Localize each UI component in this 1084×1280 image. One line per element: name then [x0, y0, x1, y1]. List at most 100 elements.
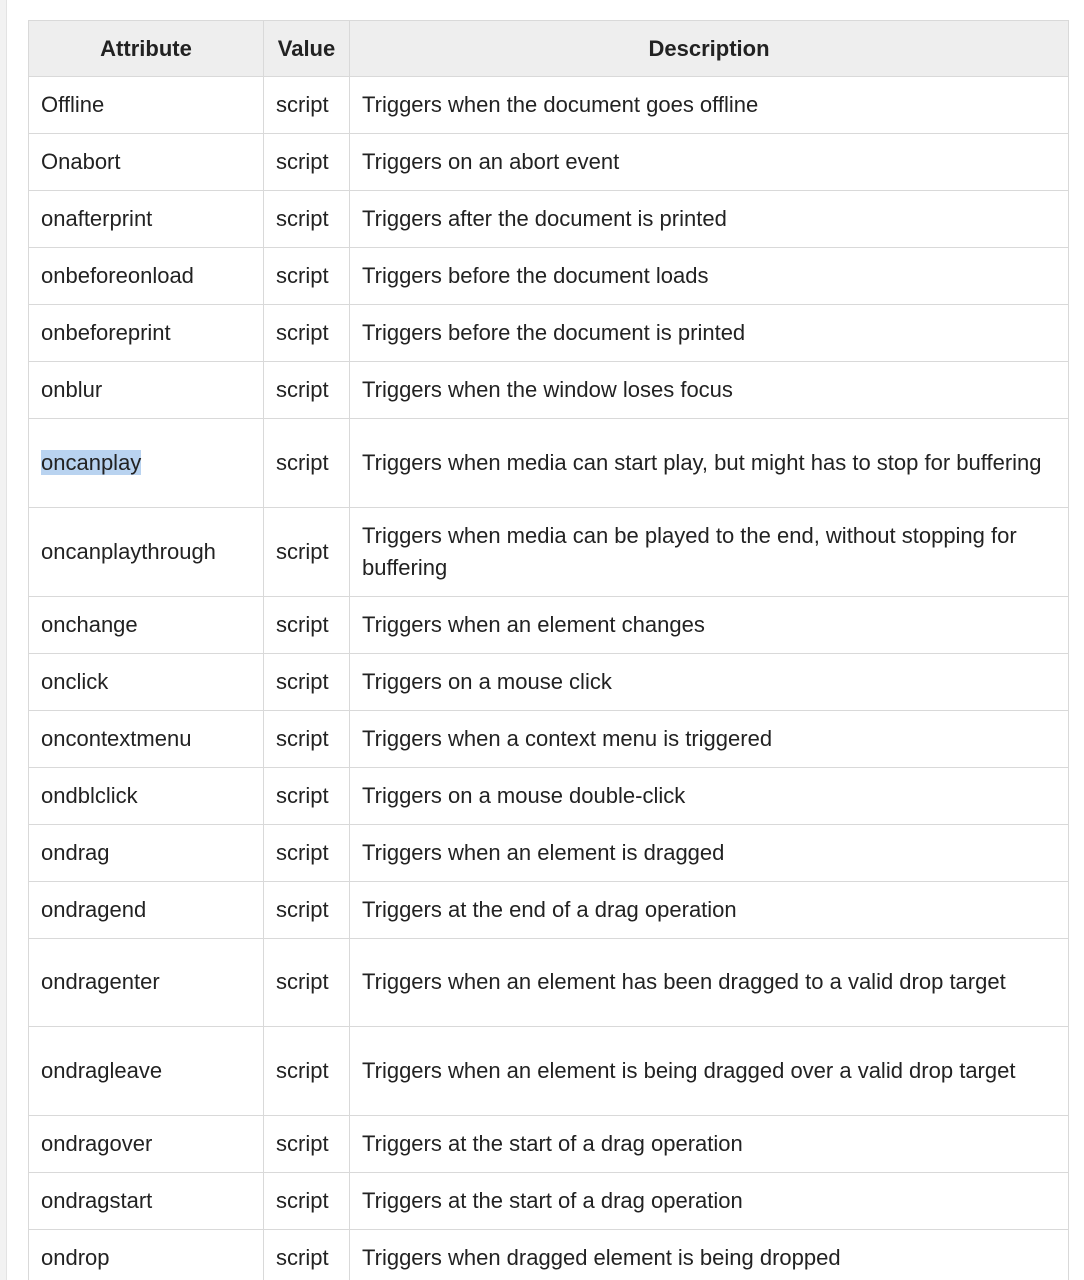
table-row: Offline script Triggers when the documen… [28, 76, 1069, 134]
table-row: ondragover script Triggers at the start … [28, 1114, 1069, 1173]
attribute-name[interactable]: ondragend [41, 897, 146, 922]
attribute-name[interactable]: ondblclick [41, 783, 138, 808]
attribute-name[interactable]: onblur [41, 377, 102, 402]
description-cell: Triggers when an element is dragged [349, 823, 1069, 882]
description-cell: Triggers at the end of a drag operation [349, 880, 1069, 939]
value-cell: script [263, 304, 350, 362]
value-cell: script [263, 247, 350, 305]
table-row: onbeforeonload script Triggers before th… [28, 247, 1069, 305]
attribute-name[interactable]: onafterprint [41, 206, 152, 231]
attribute-cell[interactable]: ondragenter [28, 937, 264, 1027]
description-cell: Triggers before the document is printed [349, 304, 1069, 362]
value-cell: script [263, 595, 350, 654]
attribute-name[interactable]: onchange [41, 612, 138, 637]
attribute-name[interactable]: ondrag [41, 840, 110, 865]
value-cell: script [263, 133, 350, 191]
table-row: ondragend script Triggers at the end of … [28, 880, 1069, 939]
table-row: oncontextmenu script Triggers when a con… [28, 709, 1069, 768]
value-cell: script [263, 418, 350, 508]
value-cell: script [263, 1114, 350, 1173]
attribute-name[interactable]: ondragover [41, 1131, 152, 1156]
value-cell: script [263, 766, 350, 825]
table-row: ondragenter script Triggers when an elem… [28, 937, 1069, 1027]
value-cell: script [263, 506, 350, 597]
attribute-cell[interactable]: onchange [28, 595, 264, 654]
description-cell: Triggers when dragged element is being d… [349, 1228, 1069, 1280]
table-row: ondrag script Triggers when an element i… [28, 823, 1069, 882]
description-cell: Triggers when an element changes [349, 595, 1069, 654]
attribute-name[interactable]: oncontextmenu [41, 726, 191, 751]
table-body: Offline script Triggers when the documen… [28, 76, 1069, 1280]
table-row: ondblclick script Triggers on a mouse do… [28, 766, 1069, 825]
table-header-row: Attribute Value Description [28, 20, 1069, 77]
attribute-cell[interactable]: ondragover [28, 1114, 264, 1173]
attribute-cell[interactable]: oncanplaythrough [28, 506, 264, 597]
description-cell: Triggers at the start of a drag operatio… [349, 1171, 1069, 1230]
attribute-cell[interactable]: onbeforeonload [28, 247, 264, 305]
attribute-cell[interactable]: onblur [28, 361, 264, 419]
attribute-cell[interactable]: ondragend [28, 880, 264, 939]
column-header-attribute: Attribute [28, 20, 264, 77]
attribute-cell[interactable]: Onabort [28, 133, 264, 191]
attribute-name[interactable]: ondragstart [41, 1188, 152, 1213]
column-header-value: Value [263, 20, 350, 77]
document-page: Attribute Value Description Offline scri… [0, 0, 1084, 1280]
column-header-description: Description [349, 20, 1069, 77]
attribute-name[interactable]: ondragenter [41, 969, 160, 994]
value-cell: script [263, 652, 350, 711]
description-cell: Triggers when media can start play, but … [349, 418, 1069, 508]
attribute-name[interactable]: oncanplaythrough [41, 539, 216, 564]
table-row: onclick script Triggers on a mouse click [28, 652, 1069, 711]
attribute-cell[interactable]: oncontextmenu [28, 709, 264, 768]
attribute-cell[interactable]: ondragleave [28, 1026, 264, 1116]
value-cell: script [263, 76, 350, 134]
description-cell: Triggers on an abort event [349, 133, 1069, 191]
table-row: oncanplay script Triggers when media can… [28, 418, 1069, 508]
attribute-cell[interactable]: ondrop [28, 1228, 264, 1280]
attribute-cell[interactable]: ondblclick [28, 766, 264, 825]
description-cell: Triggers at the start of a drag operatio… [349, 1114, 1069, 1173]
table-row: ondragleave script Triggers when an elem… [28, 1026, 1069, 1116]
description-cell: Triggers on a mouse double-click [349, 766, 1069, 825]
event-attributes-table: Attribute Value Description Offline scri… [28, 20, 1069, 1280]
value-cell: script [263, 190, 350, 248]
value-cell: script [263, 1228, 350, 1280]
attribute-cell[interactable]: onbeforeprint [28, 304, 264, 362]
attribute-cell[interactable]: ondragstart [28, 1171, 264, 1230]
attribute-name[interactable]: Offline [41, 92, 104, 117]
description-cell: Triggers when a context menu is triggere… [349, 709, 1069, 768]
attribute-cell[interactable]: onclick [28, 652, 264, 711]
attribute-cell[interactable]: Offline [28, 76, 264, 134]
description-cell: Triggers when the window loses focus [349, 361, 1069, 419]
attribute-cell[interactable]: onafterprint [28, 190, 264, 248]
attribute-name[interactable]: oncanplay [41, 449, 142, 475]
description-cell: Triggers when an element has been dragge… [349, 937, 1069, 1027]
attribute-cell[interactable]: oncanplay [28, 418, 264, 508]
table-row: onafterprint script Triggers after the d… [28, 190, 1069, 248]
value-cell: script [263, 937, 350, 1027]
value-cell: script [263, 1026, 350, 1116]
attribute-name[interactable]: onbeforeonload [41, 263, 194, 288]
left-gutter [0, 0, 7, 1280]
description-cell: Triggers when media can be played to the… [349, 506, 1069, 597]
description-cell: Triggers on a mouse click [349, 652, 1069, 711]
value-cell: script [263, 361, 350, 419]
description-cell: Triggers before the document loads [349, 247, 1069, 305]
value-cell: script [263, 823, 350, 882]
attribute-cell[interactable]: ondrag [28, 823, 264, 882]
table-row: ondragstart script Triggers at the start… [28, 1171, 1069, 1230]
attribute-name[interactable]: ondrop [41, 1245, 110, 1270]
attribute-name[interactable]: ondragleave [41, 1058, 162, 1083]
description-cell: Triggers when the document goes offline [349, 76, 1069, 134]
table-row: oncanplaythrough script Triggers when me… [28, 506, 1069, 597]
table-row: Onabort script Triggers on an abort even… [28, 133, 1069, 191]
description-cell: Triggers when an element is being dragge… [349, 1026, 1069, 1116]
attribute-name[interactable]: Onabort [41, 149, 121, 174]
description-cell: Triggers after the document is printed [349, 190, 1069, 248]
attribute-name[interactable]: onbeforeprint [41, 320, 171, 345]
value-cell: script [263, 880, 350, 939]
value-cell: script [263, 709, 350, 768]
table-row: ondrop script Triggers when dragged elem… [28, 1228, 1069, 1280]
attribute-name[interactable]: onclick [41, 669, 108, 694]
value-cell: script [263, 1171, 350, 1230]
